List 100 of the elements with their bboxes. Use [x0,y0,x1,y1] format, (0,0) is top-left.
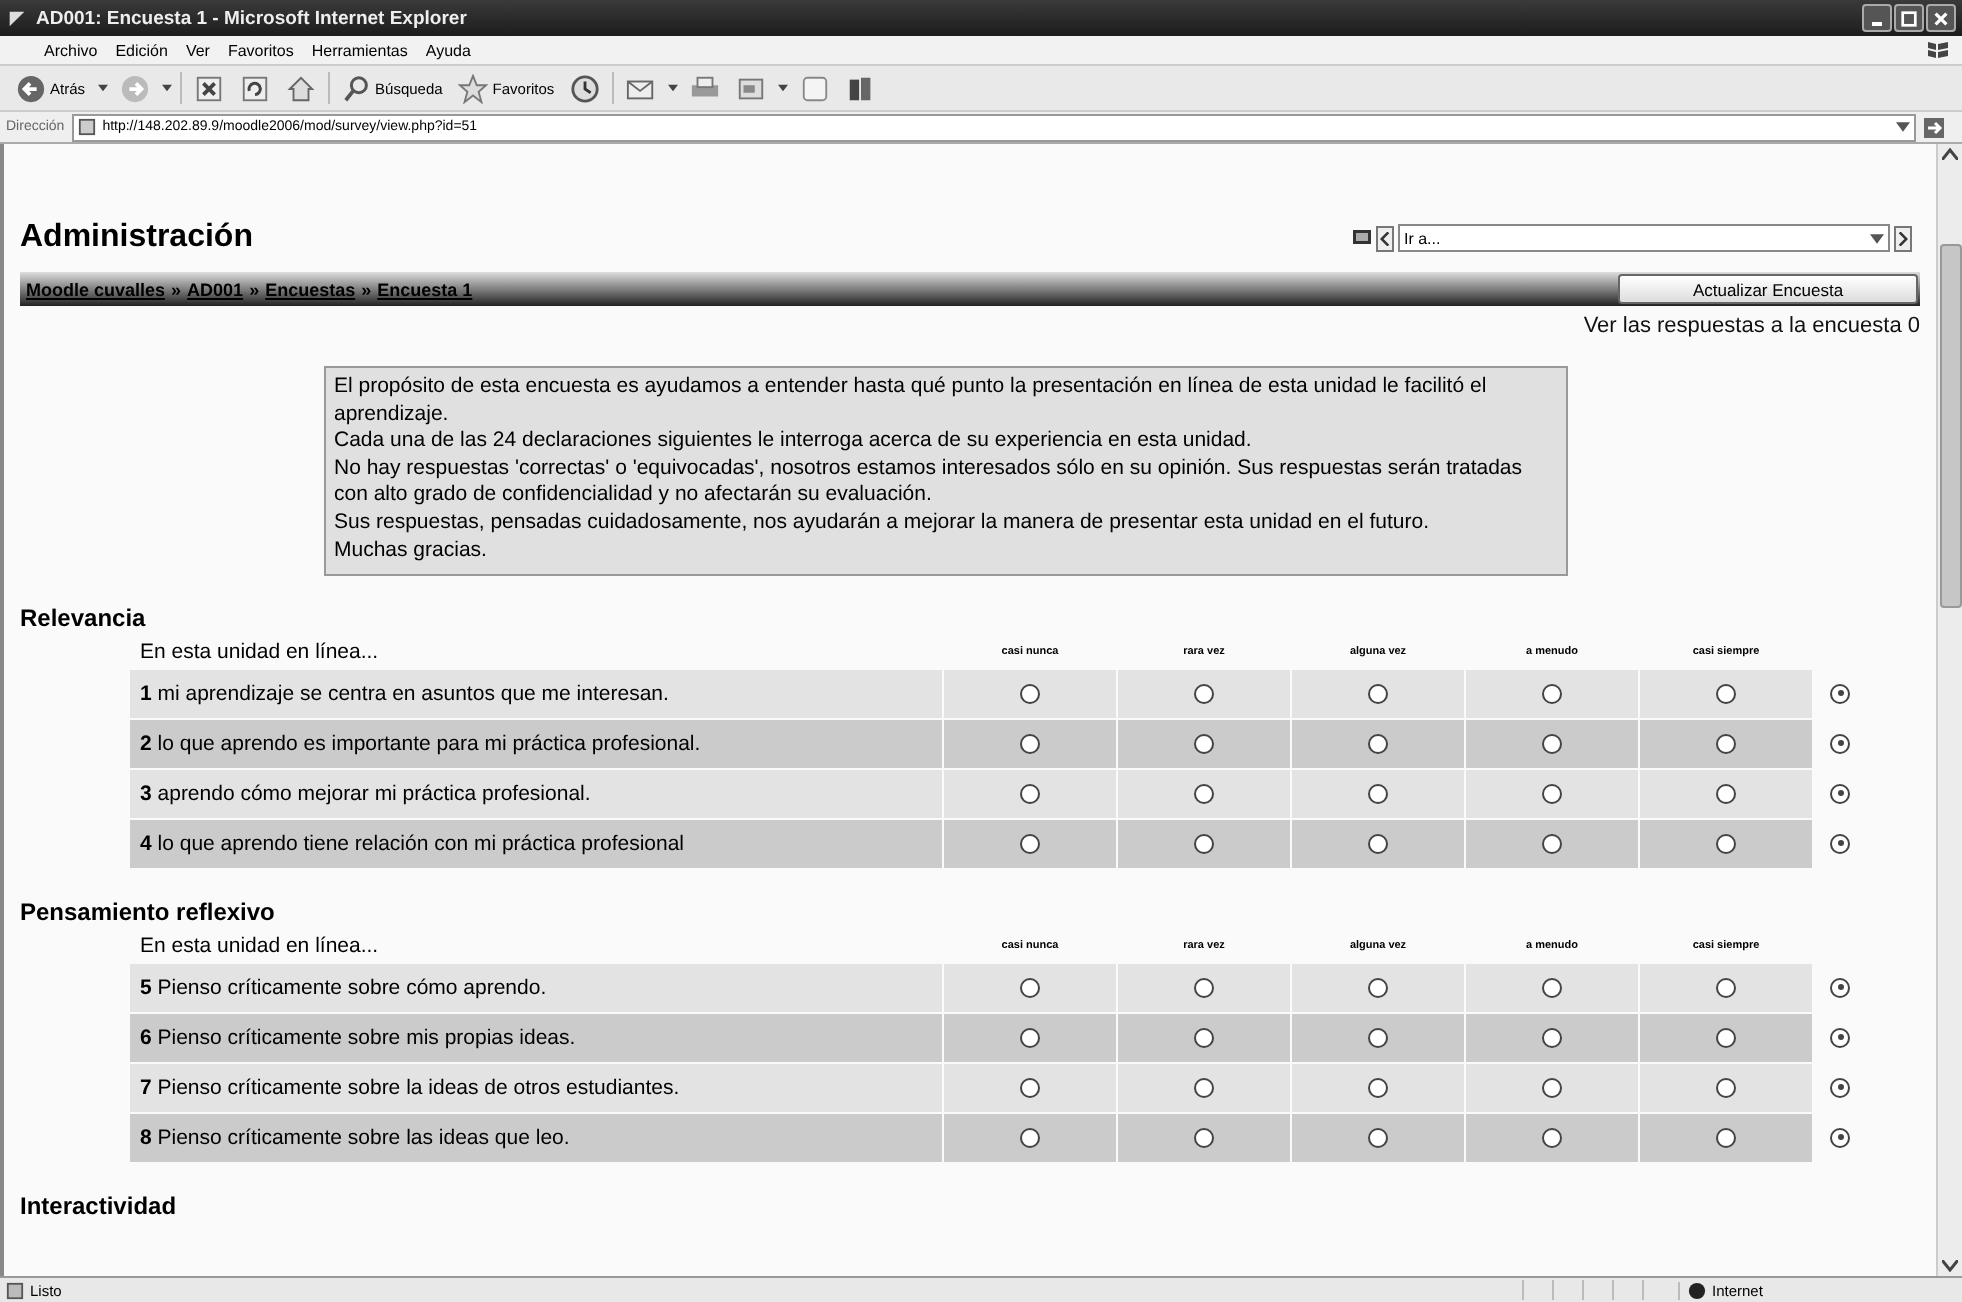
menu-item[interactable]: Edición [115,41,168,59]
monitor-icon[interactable] [1352,228,1372,248]
jump-select[interactable]: Ir a... [1398,224,1890,252]
radio-button[interactable] [1542,833,1562,854]
close-button[interactable] [1926,4,1956,32]
radio-button[interactable] [1830,783,1850,804]
window-title: AD001: Encuesta 1 - Microsoft Internet Explorer [36,7,469,29]
question-cell: 6 Pienso críticamente sobre mis propias ideas. [130,1014,942,1063]
question-prompt: En esta unidad en línea... [138,932,381,963]
dropdown-arrow-icon[interactable] [668,84,679,92]
radio-button[interactable] [1020,683,1040,704]
radio-button[interactable] [1542,1077,1562,1098]
radio-button[interactable] [1716,1127,1736,1148]
radio-button[interactable] [1368,683,1388,704]
scrollbar[interactable] [1936,144,1962,1276]
home-icon [285,73,316,103]
scroll-up-icon[interactable] [1942,148,1958,160]
menu-item[interactable]: Archivo [44,41,98,59]
previous-button[interactable] [1376,225,1394,251]
breadcrumb-link[interactable]: Encuesta 1 [377,279,473,299]
radio-button[interactable] [1830,1127,1850,1148]
clock-icon [570,73,601,103]
radio-button[interactable] [1020,783,1040,804]
section-title: Relevancia [20,604,148,633]
radio-button[interactable] [1830,683,1850,704]
responses-link[interactable]: Ver las respuestas a la encuesta 0 [1583,314,1920,338]
radio-button[interactable] [1368,733,1388,754]
radio-button[interactable] [1368,1127,1388,1148]
next-button[interactable] [1894,225,1912,251]
radio-button[interactable] [1368,1027,1388,1048]
radio-button[interactable] [1020,1027,1040,1048]
radio-button[interactable] [1542,1127,1562,1148]
radio-button[interactable] [1194,1077,1214,1098]
radio-button[interactable] [1542,977,1562,998]
breadcrumb-link[interactable]: Moodle cuvalles [26,279,166,299]
intro-text: Muchas gracias. [334,537,489,565]
refresh-icon [239,73,270,103]
menu-item[interactable]: Herramientas [311,41,408,59]
dropdown-arrow-icon[interactable] [778,84,789,92]
question-cell: 2 lo que aprendo es importante para mi práctica profesional. [130,720,942,769]
question-cell: 5 Pienso críticamente sobre cómo aprendo. [130,964,942,1013]
question-cell: 7 Pienso críticamente sobre la ideas de otros estudiantes. [130,1064,942,1113]
question-cell: 3 aprendo cómo mejorar mi práctica profesional. [130,770,942,819]
radio-button[interactable] [1194,683,1214,704]
close-icon [1932,9,1950,27]
radio-button[interactable] [1830,1027,1850,1048]
menu-item[interactable]: Favoritos [227,41,294,59]
right-arrow-icon [1924,117,1944,137]
breadcrumb-link[interactable]: Encuestas [265,279,356,299]
radio-button[interactable] [1716,977,1736,998]
radio-button[interactable] [1716,733,1736,754]
minimize-button[interactable] [1862,4,1892,32]
radio-button[interactable] [1830,1077,1850,1098]
radio-button[interactable] [1830,977,1850,998]
maximize-icon [1900,9,1918,27]
radio-button[interactable] [1020,833,1040,854]
print-icon [690,73,721,103]
question-cell: 4 lo que aprendo tiene relación con mi práctica profesional [130,820,942,869]
radio-button[interactable] [1020,1127,1040,1148]
update-survey-button[interactable]: Actualizar Encuesta [1618,274,1918,304]
radio-button[interactable] [1020,977,1040,998]
radio-button[interactable] [1194,1027,1214,1048]
menu-item[interactable]: Ver [185,41,210,59]
radio-button[interactable] [1194,1127,1214,1148]
dropdown-arrow-icon[interactable] [97,84,108,92]
radio-button[interactable] [1020,733,1040,754]
radio-button[interactable] [1194,977,1214,998]
menu-item[interactable]: Ayuda [425,41,471,59]
radio-button[interactable] [1716,1077,1736,1098]
radio-button[interactable] [1716,783,1736,804]
radio-button[interactable] [1830,833,1850,854]
left-chevron-icon [1380,231,1390,245]
radio-button[interactable] [1716,683,1736,704]
radio-button[interactable] [1194,833,1214,854]
right-chevron-icon [1898,231,1908,245]
radio-button[interactable] [1368,833,1388,854]
radio-button[interactable] [1368,977,1388,998]
radio-button[interactable] [1716,1027,1736,1048]
windows-flag-icon [1926,38,1950,62]
radio-button[interactable] [1542,733,1562,754]
breadcrumb-link[interactable]: AD001 [187,279,244,299]
intro-text: No hay respuestas 'correctas' o 'equivocadas', nosotros estamos interesados sólo en su opinión. Sus respuestas serán tratadas con alto grado de confidencialidad y no afectarán su evaluación. [334,455,1525,510]
radio-button[interactable] [1368,783,1388,804]
radio-button[interactable] [1542,783,1562,804]
stop-icon [193,73,224,103]
page-icon [6,1281,24,1299]
breadcrumb-separator: » [249,279,260,299]
radio-button[interactable] [1368,1077,1388,1098]
radio-button[interactable] [1716,833,1736,854]
radio-button[interactable] [1830,733,1850,754]
history-button[interactable] [566,73,605,103]
question-cell: 8 Pienso críticamente sobre las ideas que leo. [130,1114,942,1163]
scroll-down-icon[interactable] [1942,1260,1958,1272]
radio-button[interactable] [1020,1077,1040,1098]
radio-button[interactable] [1194,783,1214,804]
radio-button[interactable] [1542,683,1562,704]
radio-button[interactable] [1194,733,1214,754]
dropdown-arrow-icon[interactable] [161,84,172,92]
radio-button[interactable] [1542,1027,1562,1048]
maximize-button[interactable] [1894,4,1924,32]
